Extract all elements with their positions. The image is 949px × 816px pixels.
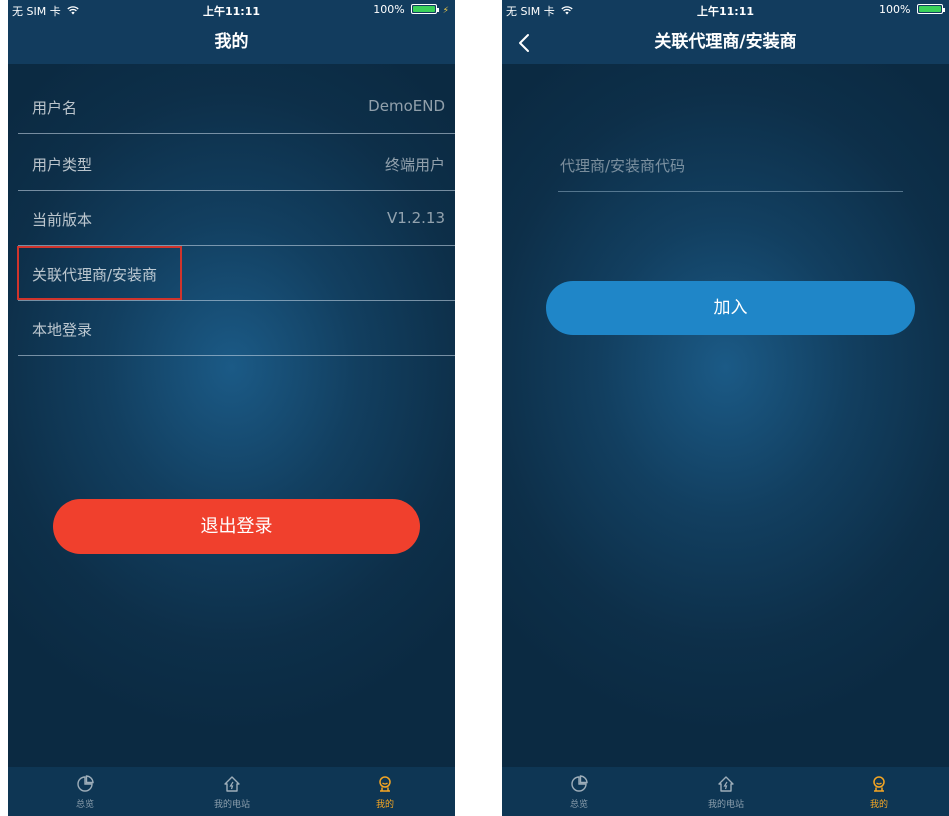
battery-status: 100%	[879, 3, 945, 16]
row-local-login[interactable]: 本地登录	[18, 301, 455, 356]
nav-bar: 关联代理商/安装商	[502, 20, 949, 64]
profile-screen: 无 SIM 卡 上午11:11 100% ⚡ 我的 用户名 DemoEND 用户…	[8, 0, 455, 816]
row-version: 当前版本 V1.2.13	[18, 191, 455, 246]
tab-bar: 总览 我的电站 我的	[8, 767, 455, 816]
nav-bar: 我的	[8, 20, 455, 64]
row-username: 用户名 DemoEND	[18, 79, 455, 134]
power-station-icon	[182, 767, 282, 795]
row-label: 用户类型	[32, 156, 93, 174]
agent-code-input[interactable]	[558, 146, 903, 186]
tab-me[interactable]: 我的	[335, 767, 435, 816]
row-label: 当前版本	[32, 211, 93, 229]
back-button[interactable]	[518, 20, 530, 64]
tab-label: 我的	[375, 800, 394, 810]
tab-label: 总览	[75, 800, 94, 810]
page-title: 我的	[214, 32, 249, 52]
row-value: DemoEND	[368, 97, 445, 115]
battery-status: 100% ⚡	[373, 3, 449, 16]
status-bar: 无 SIM 卡 上午11:11 100%	[502, 0, 949, 20]
battery-icon	[917, 4, 945, 14]
chevron-left-icon	[519, 34, 529, 52]
row-label: 关联代理商/安装商	[32, 266, 158, 284]
tab-label: 我的	[869, 800, 888, 810]
tab-label: 我的电站	[213, 800, 250, 810]
tab-my-station[interactable]: 我的电站	[676, 767, 776, 816]
pie-chart-icon	[35, 767, 135, 795]
agent-code-field	[558, 146, 903, 192]
tab-my-station[interactable]: 我的电站	[182, 767, 282, 816]
tab-label: 我的电站	[707, 800, 744, 810]
tab-bar: 总览 我的电站 我的	[502, 767, 949, 816]
link-agent-screen: 无 SIM 卡 上午11:11 100% 关联代理商/安装商 加入 总览	[502, 0, 949, 816]
user-icon	[829, 767, 929, 795]
tab-me[interactable]: 我的	[829, 767, 929, 816]
user-icon	[335, 767, 435, 795]
row-value: V1.2.13	[387, 209, 445, 227]
join-button[interactable]: 加入	[546, 281, 915, 335]
page-title: 关联代理商/安装商	[654, 32, 797, 52]
tab-label: 总览	[569, 800, 588, 810]
battery-icon	[411, 4, 440, 14]
row-user-type: 用户类型 终端用户	[18, 136, 455, 191]
battery-percent: 100%	[879, 3, 911, 16]
tab-overview[interactable]: 总览	[35, 767, 135, 816]
row-link-agent[interactable]: 关联代理商/安装商	[18, 246, 455, 301]
pie-chart-icon	[529, 767, 629, 795]
row-value: 终端用户	[384, 156, 445, 174]
tab-overview[interactable]: 总览	[529, 767, 629, 816]
logout-button[interactable]: 退出登录	[53, 499, 420, 554]
power-station-icon	[676, 767, 776, 795]
row-label: 本地登录	[32, 321, 93, 339]
charging-icon: ⚡	[442, 6, 449, 16]
status-bar: 无 SIM 卡 上午11:11 100% ⚡	[8, 0, 455, 20]
battery-percent: 100%	[373, 3, 405, 16]
row-label: 用户名	[32, 99, 78, 117]
